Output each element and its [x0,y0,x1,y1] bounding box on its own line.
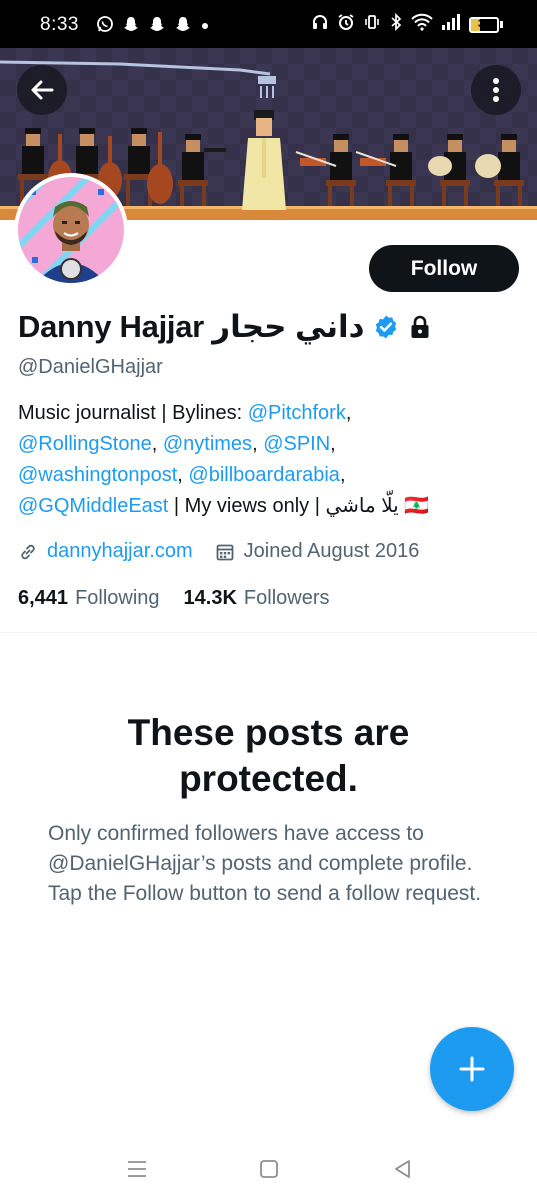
link-icon [21,544,35,559]
signal-icon [441,13,461,36]
alarm-icon [337,13,355,36]
snapchat-icon [122,15,140,38]
system-icons: 36 [311,12,503,36]
profile-meta: dannyhajjar.com Joined August 2016 [18,540,419,563]
mention-link[interactable]: @Pitchfork [248,402,346,424]
mention-link[interactable]: @SPIN [263,433,330,455]
mention-link[interactable]: @nytimes [163,433,252,455]
bio-text: , [330,433,336,455]
recent-apps-button[interactable] [122,1156,152,1182]
dot-icon [200,18,210,36]
avatar-image [18,177,124,283]
mention-link[interactable]: @RollingStone [18,433,152,455]
plus-icon [459,1056,485,1082]
triangle-back-icon [395,1160,410,1178]
home-button[interactable] [254,1156,284,1182]
display-name: Danny Hajjar داني حجار [18,309,365,344]
profile-handle: @DanielGHajjar [18,356,163,378]
calendar-icon [216,544,234,560]
system-back-button[interactable] [387,1156,417,1182]
bio-text: , [345,402,352,424]
mention-link[interactable]: @GQMiddleEast [18,495,168,517]
snapchat-icon [174,15,192,38]
bluetooth-icon [389,12,403,36]
following-label: Following [75,587,160,609]
follow-button[interactable]: Follow [369,245,519,292]
bio-text: , [252,433,264,455]
protected-description: Only confirmed followers have access to … [48,822,482,905]
bio-text: Music journalist | Bylines: [18,402,248,424]
profile-stats: 6,441 Following 14.3K Followers [18,587,330,610]
battery-icon: 36 [469,16,503,33]
status-bar: 8:33 36 [0,0,537,48]
status-time: 8:33 [40,14,79,35]
mention-link[interactable]: @billboardarabia [188,464,340,486]
whatsapp-icon [96,15,114,38]
joined-date: Joined August 2016 [243,540,420,562]
more-options-button[interactable] [471,65,521,115]
notification-icons [96,15,210,38]
lock-icon [411,315,429,338]
divider [0,632,537,633]
bio-text: , [151,433,163,455]
compose-button[interactable] [430,1027,514,1111]
profile-bio: Music journalist | Bylines: @Pitchfork, … [18,398,523,522]
bio-text: , [177,464,189,486]
profile-name-row: Danny Hajjar داني حجار [18,309,431,345]
following-link[interactable]: 6,441 Following [18,587,160,610]
avatar[interactable] [14,173,128,287]
following-count: 6,441 [18,587,69,609]
menu-icon [128,1161,146,1177]
battery-level: 36 [477,17,491,30]
more-vertical-icon [493,78,499,102]
arrow-left-icon [31,80,54,100]
website-link[interactable]: dannyhajjar.com [47,540,193,563]
bio-text: , [339,464,346,486]
followers-label: Followers [243,587,330,609]
bio-text: | My views only | يلّا ماشي 🇱🇧 [168,495,430,517]
followers-link[interactable]: 14.3K Followers [184,587,330,610]
mention-link[interactable]: @washingtonpost [18,464,177,486]
snapchat-icon [148,15,166,38]
protected-title: These posts are protected. [127,712,410,799]
followers-count: 14.3K [183,587,237,609]
square-icon [260,1160,278,1178]
wifi-icon [411,13,433,36]
system-nav-bar [0,1136,537,1200]
headphones-icon [311,13,329,36]
vibrate-icon [363,13,381,36]
back-button[interactable] [17,65,67,115]
verified-badge-icon [375,315,396,339]
